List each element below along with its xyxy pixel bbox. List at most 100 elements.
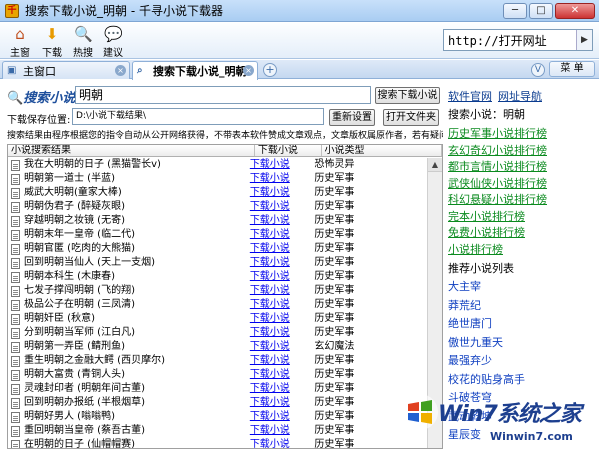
table-row[interactable]: 威武大明朝(童家大棒) 下载小说 历史军事	[8, 186, 428, 200]
table-row[interactable]: 明朝大富贵 (青铜人头) 下载小说 历史军事	[8, 368, 428, 382]
download-link[interactable]: 下载小说	[250, 285, 290, 296]
ranking-link[interactable]: 免费小说排行榜	[448, 224, 525, 240]
table-row[interactable]: 重回明朝当皇帝 (蔡吾古董) 下载小说 历史军事	[8, 424, 428, 438]
windows-logo-icon	[402, 394, 438, 430]
close-tab-icon[interactable]: ×	[243, 65, 254, 76]
novel-title-cell: 威武大明朝(童家大棒)	[8, 186, 247, 200]
title-bar[interactable]: 千 搜索下载小说_明朝 - 千寻小说下载器 ─ □ ✕	[0, 0, 599, 22]
home-icon: ⌂	[15, 25, 25, 43]
download-link[interactable]: 下载小说	[250, 369, 290, 380]
table-row[interactable]: 穿越明朝之妆镜 (无寄) 下载小说 历史军事	[8, 214, 428, 228]
toolbar-download-button[interactable]: ⬇ 下载	[36, 25, 68, 59]
table-row[interactable]: 明朝伪君子 (醉疑灰眼) 下载小说 历史军事	[8, 200, 428, 214]
download-link[interactable]: 下载小说	[250, 159, 290, 170]
search-input[interactable]: 明朝	[75, 86, 371, 104]
download-link[interactable]: 下载小说	[250, 257, 290, 268]
download-link[interactable]: 下载小说	[250, 173, 290, 184]
recommended-novel-link[interactable]: 莽荒纪	[448, 297, 481, 313]
table-row[interactable]: 明朝好男人 (嗡嗡鸭) 下载小说 历史军事	[8, 410, 428, 424]
table-row[interactable]: 明朝第一弄臣 (鲭刑鱼) 下载小说 玄幻魔法	[8, 340, 428, 354]
download-link[interactable]: 下载小说	[250, 341, 290, 352]
ranking-link[interactable]: 历史军事小说排行榜	[448, 125, 547, 141]
download-cell: 下载小说	[247, 312, 312, 326]
official-site-link[interactable]: 软件官网	[448, 90, 492, 103]
search-download-button[interactable]: 搜索下载小说	[375, 87, 440, 104]
maximize-button[interactable]: □	[529, 3, 553, 19]
download-link[interactable]: 下载小说	[250, 201, 290, 212]
web-navigation-link[interactable]: 网址导航	[498, 90, 542, 103]
table-row[interactable]: 明朝第一道士 (半蓝) 下载小说 历史军事	[8, 172, 428, 186]
download-link[interactable]: 下载小说	[250, 327, 290, 338]
address-input[interactable]: http://打开网址	[444, 32, 576, 49]
ranking-link[interactable]: 都市言情小说排行榜	[448, 158, 547, 174]
column-header-title[interactable]: 小说搜索结果	[8, 145, 255, 156]
magnifier-icon: 🔍	[7, 91, 24, 106]
save-path-field[interactable]: D:\小说下载结果\	[72, 108, 324, 125]
column-header-type[interactable]: 小说类型	[322, 145, 442, 156]
table-row[interactable]: 灵魂封印者 (明朝年间古董) 下载小说 历史军事	[8, 382, 428, 396]
table-row[interactable]: 明朝末年一皇帝 (临二代) 下载小说 历史军事	[8, 228, 428, 242]
download-link[interactable]: 下载小说	[250, 271, 290, 282]
table-row[interactable]: 重生明朝之金融大鳄 (西贝摩尔) 下载小说 历史军事	[8, 354, 428, 368]
table-row[interactable]: 我在大明朝的日子 (黑猫警长v) 下载小说 恐怖灵异	[8, 158, 428, 172]
table-row[interactable]: 明朝奸臣 (秋意) 下载小说 历史军事	[8, 312, 428, 326]
search-tab-icon: ⌕	[137, 65, 143, 76]
table-row[interactable]: 七发子撑闯明朝 (飞的翔) 下载小说 历史军事	[8, 284, 428, 298]
toolbar-label: 热搜	[73, 48, 93, 59]
download-link[interactable]: 下载小说	[250, 313, 290, 324]
open-folder-button[interactable]: 打开文件夹	[383, 109, 439, 126]
tab-label: 主窗口	[23, 64, 56, 78]
close-tab-icon[interactable]: ×	[115, 65, 126, 76]
download-link[interactable]: 下载小说	[250, 229, 290, 240]
close-button[interactable]: ✕	[555, 3, 595, 19]
recommended-novel-link[interactable]: 傲世九重天	[448, 334, 503, 350]
table-row[interactable]: 在明朝的日子 (仙帽帽赛) 下载小说 历史军事	[8, 438, 428, 448]
download-link[interactable]: 下载小说	[250, 243, 290, 254]
ranking-link[interactable]: 完本小说排行榜	[448, 208, 525, 224]
disclaimer-notice: 搜索结果由程序根据您的指令自动从公开网络获得，不带表本软件赞成文章观点，文章版权…	[7, 131, 443, 141]
download-link[interactable]: 下载小说	[250, 397, 290, 408]
address-dropdown-icon[interactable]: ▶	[576, 30, 592, 50]
table-row[interactable]: 回到明朝当仙人 (天上一支烟) 下载小说 历史军事	[8, 256, 428, 270]
tab-main-window[interactable]: ▣ 主窗口 ×	[2, 61, 130, 79]
table-row[interactable]: 回到明朝办报纸 (半根烟草) 下载小说 历史军事	[8, 396, 428, 410]
menu-button[interactable]: 菜 单	[549, 61, 595, 77]
search-logo-text: 搜索小说	[23, 91, 76, 106]
ranking-link[interactable]: 小说排行榜	[448, 241, 503, 257]
minimize-button[interactable]: ─	[503, 3, 527, 19]
recommended-novel-link[interactable]: 大主宰	[448, 278, 481, 294]
download-link[interactable]: 下载小说	[250, 355, 290, 366]
toolbar-suggestion-button[interactable]: 💬 建议	[97, 25, 129, 59]
download-link[interactable]: 下载小说	[250, 187, 290, 198]
recommended-novel-link[interactable]: 校花的贴身高手	[448, 371, 525, 387]
ranking-link[interactable]: 玄幻奇幻小说排行榜	[448, 142, 547, 158]
novel-title-cell: 明朝末年一皇帝 (临二代)	[8, 228, 247, 242]
download-link[interactable]: 下载小说	[250, 439, 290, 448]
scroll-up-arrow-icon[interactable]: ▲	[428, 158, 442, 172]
download-link[interactable]: 下载小说	[250, 299, 290, 310]
download-cell: 下载小说	[247, 214, 312, 228]
column-header-download[interactable]: 下载小说	[255, 145, 322, 156]
table-row[interactable]: 分到明朝当军师 (江白凡) 下载小说 历史军事	[8, 326, 428, 340]
table-row[interactable]: 明朝官匿 (吃肉的大熊猫) 下载小说 历史军事	[8, 242, 428, 256]
table-row[interactable]: 明朝本科生 (木康春) 下载小说 历史军事	[8, 270, 428, 284]
download-cell: 下载小说	[247, 326, 312, 340]
address-bar[interactable]: http://打开网址 ▶	[443, 29, 593, 51]
download-link[interactable]: 下载小说	[250, 215, 290, 226]
reset-path-button[interactable]: 重新设置	[329, 109, 375, 126]
tab-search-download[interactable]: ⌕ 搜索下载小说_明朝 ×	[132, 61, 258, 80]
tab-list-chevron-icon[interactable]: V	[531, 63, 545, 77]
new-tab-plus-icon[interactable]: +	[263, 63, 277, 77]
download-link[interactable]: 下载小说	[250, 411, 290, 422]
download-cell: 下载小说	[247, 172, 312, 186]
download-link[interactable]: 下载小说	[250, 425, 290, 436]
recommended-novel-link[interactable]: 绝世唐门	[448, 315, 492, 331]
download-link[interactable]: 下载小说	[250, 383, 290, 394]
table-row[interactable]: 极品公子在明朝 (三凤清) 下载小说 历史军事	[8, 298, 428, 312]
recommended-novel-link[interactable]: 最强弃少	[448, 352, 492, 368]
ranking-link[interactable]: 科幻悬疑小说排行榜	[448, 191, 547, 207]
toolbar-home-button[interactable]: ⌂ 主窗	[4, 25, 36, 59]
ranking-link[interactable]: 武侠仙侠小说排行榜	[448, 175, 547, 191]
novel-title: 回到明朝办报纸 (半根烟草)	[24, 397, 145, 408]
toolbar-hot-search-button[interactable]: 🔍 热搜	[67, 25, 99, 59]
